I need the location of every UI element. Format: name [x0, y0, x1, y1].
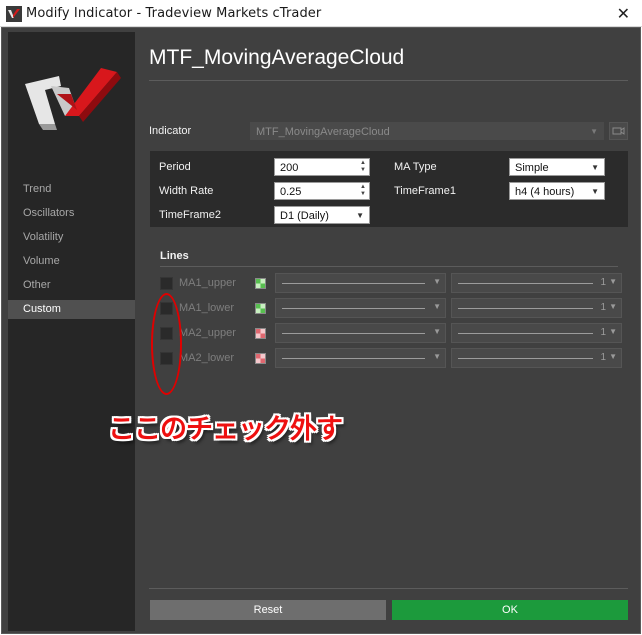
line-style-preview [282, 333, 425, 334]
timeframe2-label: TimeFrame2 [159, 209, 221, 221]
chevron-down-icon: ▼ [590, 127, 598, 136]
chevron-down-icon: ▼ [609, 327, 617, 336]
app-logo-icon [6, 6, 22, 22]
timeframe2-select[interactable]: D1 (Daily) ▼ [274, 206, 370, 224]
lines-divider [160, 266, 618, 267]
chevron-down-icon: ▼ [433, 327, 441, 336]
line-thickness-value: 1 [600, 327, 606, 338]
modify-indicator-window: Trend Oscillators Volatility Volume Othe… [1, 27, 641, 634]
line-style-select-ma1-upper[interactable]: ▼ [275, 273, 446, 293]
indicator-select-value: MTF_MovingAverageCloud [256, 126, 390, 138]
timeframe2-value: D1 (Daily) [280, 210, 329, 222]
sidebar-item-oscillators[interactable]: Oscillators [8, 204, 135, 223]
line-thickness-preview [458, 333, 593, 334]
ma-type-select[interactable]: Simple ▼ [509, 158, 605, 176]
width-rate-input[interactable]: 0.25 ▲ ▼ [274, 182, 370, 200]
lines-section-title: Lines [160, 250, 189, 262]
footer-divider [149, 588, 628, 589]
line-style-select-ma1-lower[interactable]: ▼ [275, 298, 446, 318]
line-style-preview [282, 358, 425, 359]
sidebar-item-other[interactable]: Other [8, 276, 135, 295]
color-swatch-ma2-upper[interactable] [255, 328, 266, 339]
line-style-preview [282, 308, 425, 309]
line-thickness-select-ma1-lower[interactable]: 1 ▼ [451, 298, 622, 318]
window-title: Modify Indicator - Tradeview Markets cTr… [26, 6, 322, 21]
width-rate-value: 0.25 [280, 186, 302, 198]
line-thickness-value: 1 [600, 277, 606, 288]
page-title: MTF_MovingAverageCloud [149, 46, 405, 69]
line-checkbox-ma1-upper[interactable] [160, 277, 173, 290]
line-style-preview [282, 283, 425, 284]
annotation-text: ここのチェック外す [108, 414, 343, 445]
line-thickness-preview [458, 308, 593, 309]
spinner-icon[interactable]: ▲ ▼ [360, 184, 366, 198]
line-thickness-select-ma1-upper[interactable]: 1 ▼ [451, 273, 622, 293]
chevron-down-icon: ▼ [433, 277, 441, 286]
indicator-label: Indicator [149, 125, 192, 137]
period-input[interactable]: 200 ▲ ▼ [274, 158, 370, 176]
chevron-down-icon: ▼ [356, 211, 364, 220]
line-name-ma1-lower: MA1_lower [179, 302, 235, 314]
line-style-select-ma2-upper[interactable]: ▼ [275, 323, 446, 343]
line-style-select-ma2-lower[interactable]: ▼ [275, 348, 446, 368]
sidebar-item-custom[interactable]: Custom [8, 300, 135, 319]
line-name-ma2-upper: MA2_upper [179, 327, 236, 339]
chevron-down-icon: ▼ [609, 352, 617, 361]
timeframe1-select[interactable]: h4 (4 hours) ▼ [509, 182, 605, 200]
line-thickness-preview [458, 283, 593, 284]
chevron-down-icon: ▼ [609, 277, 617, 286]
window-titlebar: Modify Indicator - Tradeview Markets cTr… [0, 0, 642, 27]
ctrader-logo-icon [25, 68, 121, 130]
chevron-down-icon: ▼ [433, 302, 441, 311]
line-thickness-value: 1 [600, 352, 606, 363]
title-divider [149, 80, 628, 81]
ma-type-value: Simple [515, 162, 549, 174]
chevron-down-icon: ▼ [591, 163, 599, 172]
line-thickness-select-ma2-lower[interactable]: 1 ▼ [451, 348, 622, 368]
line-thickness-preview [458, 358, 593, 359]
line-name-ma2-lower: MA2_lower [179, 352, 235, 364]
ok-button[interactable]: OK [392, 600, 628, 620]
period-label: Period [159, 161, 191, 173]
sidebar: Trend Oscillators Volatility Volume Othe… [8, 32, 135, 631]
width-rate-label: Width Rate [159, 185, 214, 197]
chevron-down-icon: ▼ [609, 302, 617, 311]
line-thickness-value: 1 [600, 302, 606, 313]
chevron-down-icon: ▼ [433, 352, 441, 361]
timeframe1-label: TimeFrame1 [394, 185, 456, 197]
close-icon[interactable]: ✕ [617, 4, 630, 23]
sidebar-item-trend[interactable]: Trend [8, 180, 135, 199]
camera-button[interactable] [609, 122, 628, 140]
camera-icon [612, 127, 625, 135]
timeframe1-value: h4 (4 hours) [515, 186, 575, 198]
ma-type-label: MA Type [394, 161, 437, 173]
color-swatch-ma1-upper[interactable] [255, 278, 266, 289]
reset-button[interactable]: Reset [150, 600, 386, 620]
annotation-circle [151, 293, 182, 395]
sidebar-item-volatility[interactable]: Volatility [8, 228, 135, 247]
line-thickness-select-ma2-upper[interactable]: 1 ▼ [451, 323, 622, 343]
sidebar-item-volume[interactable]: Volume [8, 252, 135, 271]
color-swatch-ma1-lower[interactable] [255, 303, 266, 314]
chevron-down-icon: ▼ [591, 187, 599, 196]
line-name-ma1-upper: MA1_upper [179, 277, 236, 289]
period-value: 200 [280, 162, 299, 174]
indicator-select[interactable]: MTF_MovingAverageCloud ▼ [250, 122, 604, 140]
spinner-icon[interactable]: ▲ ▼ [360, 160, 366, 174]
color-swatch-ma2-lower[interactable] [255, 353, 266, 364]
